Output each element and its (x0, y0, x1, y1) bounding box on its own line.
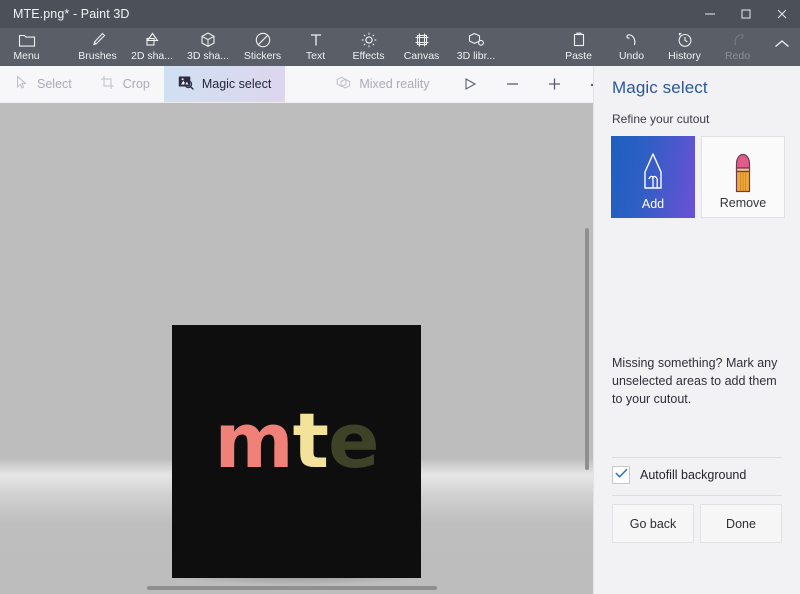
autofill-background-checkbox-row[interactable]: Autofill background (612, 466, 746, 484)
redo-icon (729, 30, 747, 49)
ribbon-item-undo[interactable]: Undo (605, 28, 658, 66)
3d-library-icon (467, 30, 486, 49)
pencil-tip-icon (611, 150, 695, 194)
vertical-scrollbar-thumb[interactable] (585, 228, 589, 470)
ribbon-label: Undo (619, 50, 644, 63)
autofill-checkbox[interactable] (612, 466, 630, 484)
ribbon-item-3d-shapes[interactable]: 3D sha... (180, 28, 236, 66)
tool-label: Crop (123, 77, 150, 91)
ribbon-left-group: Menu Brushes 2D sha... 3D sha... (0, 28, 504, 66)
autofill-checkbox-label: Autofill background (640, 468, 746, 482)
ribbon-item-effects[interactable]: Effects (342, 28, 395, 66)
go-back-button[interactable]: Go back (612, 504, 694, 543)
ribbon-label: Brushes (78, 50, 117, 63)
ribbon-label: Stickers (244, 50, 281, 63)
tool-crop[interactable]: Crop (86, 66, 164, 102)
canvas-icon (413, 30, 431, 49)
mode-label: Remove (720, 196, 767, 210)
ribbon-label: Text (306, 50, 325, 63)
tool-mixed-reality: Mixed reality (321, 66, 443, 102)
panel-action-buttons: Go back Done (612, 504, 782, 543)
panel-title: Magic select (594, 66, 800, 98)
ribbon-label: 3D sha... (187, 50, 229, 63)
ribbon-label: 2D sha... (131, 50, 173, 63)
ribbon-label: Canvas (404, 50, 440, 63)
minimize-button[interactable] (692, 0, 728, 28)
tool-label: Select (37, 77, 72, 91)
cursor-icon (14, 75, 29, 93)
ribbon-item-3d-library[interactable]: 3D libr... (448, 28, 504, 66)
3d-shapes-icon (199, 30, 217, 49)
text-icon (307, 30, 325, 49)
mixed-reality-icon (335, 75, 351, 93)
magic-select-panel: Magic select Refine your cutout Add (593, 66, 800, 594)
paste-icon (570, 30, 588, 49)
ribbon-item-2d-shapes[interactable]: 2D sha... (124, 28, 180, 66)
tool-select[interactable]: Select (0, 66, 86, 102)
paint3d-window: MTE.png* - Paint 3D Menu (0, 0, 800, 594)
chevron-up-icon[interactable] (764, 28, 800, 66)
ribbon-item-redo: Redo (711, 28, 764, 66)
ribbon-item-history[interactable]: History (658, 28, 711, 66)
tool-spacer (285, 66, 321, 102)
2d-shapes-icon (143, 30, 162, 49)
horizontal-scrollbar[interactable] (0, 582, 593, 594)
ribbon-item-text[interactable]: Text (289, 28, 342, 66)
brush-icon (89, 30, 107, 49)
mode-label: Add (642, 197, 664, 211)
ribbon-toolbar: Menu Brushes 2D sha... 3D sha... (0, 28, 800, 66)
close-button[interactable] (764, 0, 800, 28)
ribbon-right-group: Paste Undo History Redo (552, 28, 800, 66)
tool-label: Mixed reality (359, 77, 429, 91)
ribbon-item-stickers[interactable]: Stickers (236, 28, 289, 66)
panel-hint-text: Missing something? Mark any unselected a… (612, 354, 782, 408)
history-icon (676, 30, 694, 49)
title-bar: MTE.png* - Paint 3D (0, 0, 800, 28)
ribbon-item-menu[interactable]: Menu (0, 28, 53, 66)
effects-icon (360, 30, 378, 49)
ribbon-label: 3D libr... (457, 50, 496, 63)
undo-icon (623, 30, 641, 49)
remove-mode-button[interactable]: Remove (701, 136, 785, 218)
vertical-scrollbar[interactable] (581, 103, 593, 594)
artboard[interactable]: mte (172, 325, 421, 578)
canvas-workspace[interactable]: mte (0, 103, 593, 594)
checkmark-icon (615, 466, 628, 484)
window-title: MTE.png* - Paint 3D (0, 7, 130, 21)
tool-label: Magic select (202, 77, 271, 91)
ribbon-label: History (668, 50, 701, 63)
ribbon-label: Menu (13, 50, 39, 63)
add-mode-button[interactable]: Add (611, 136, 695, 218)
refine-mode-group: Add Remove (594, 126, 800, 218)
magic-select-icon (178, 75, 194, 93)
panel-divider-bottom (612, 495, 782, 496)
stickers-icon (254, 30, 272, 49)
maximize-button[interactable] (728, 0, 764, 28)
logo-letter-t: t (293, 403, 328, 479)
artwork-logo: mte (172, 403, 421, 479)
eraser-icon (702, 151, 784, 197)
logo-letter-e: e (328, 403, 379, 479)
tool-magic-select[interactable]: Magic select (164, 66, 285, 102)
ribbon-item-canvas[interactable]: Canvas (395, 28, 448, 66)
ribbon-item-brushes[interactable]: Brushes (71, 28, 124, 66)
view-3d-icon[interactable] (450, 66, 492, 102)
folder-icon (18, 30, 36, 49)
panel-divider-top (612, 457, 782, 458)
crop-icon (100, 75, 115, 93)
done-button[interactable]: Done (700, 504, 782, 543)
window-controls (692, 0, 800, 28)
ribbon-label: Redo (725, 50, 750, 63)
zoom-out-button[interactable] (492, 66, 534, 102)
zoom-in-button[interactable] (534, 66, 576, 102)
horizontal-scrollbar-thumb[interactable] (147, 586, 437, 590)
ribbon-label: Effects (353, 50, 385, 63)
ribbon-label: Paste (565, 50, 592, 63)
logo-letter-m: m (214, 403, 292, 479)
panel-subtitle: Refine your cutout (594, 98, 800, 126)
ribbon-item-paste[interactable]: Paste (552, 28, 605, 66)
